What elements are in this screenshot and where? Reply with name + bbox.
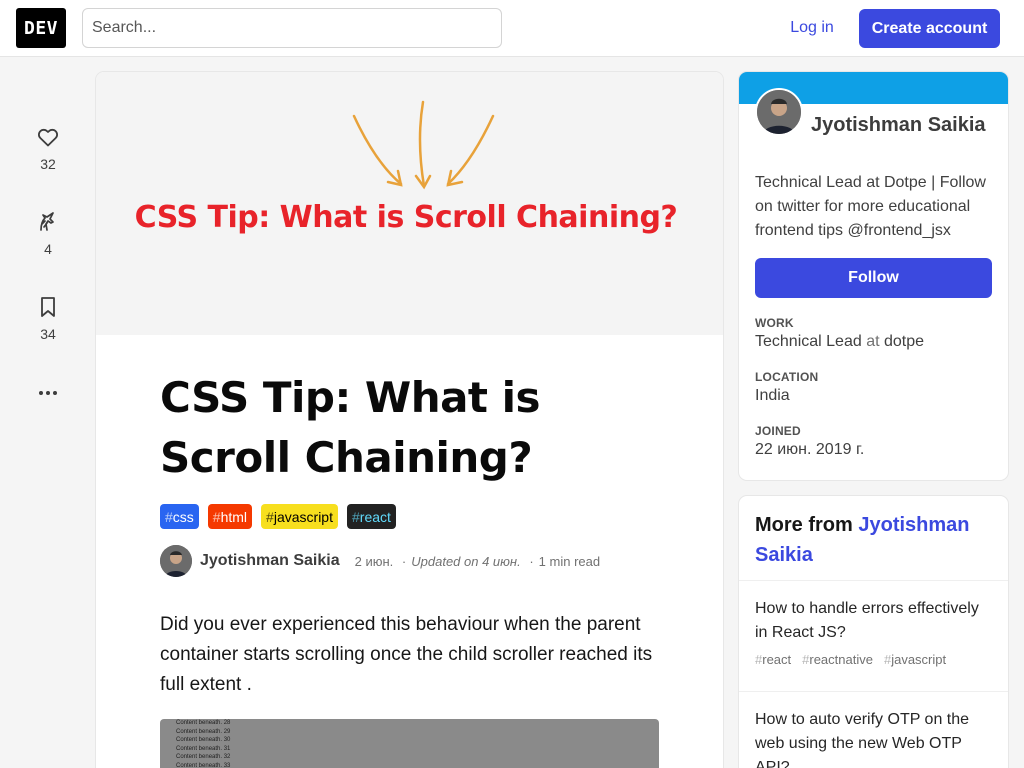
article-title: CSS Tip: What is Scroll Chaining?	[160, 373, 541, 482]
tag-react[interactable]: # react	[346, 504, 396, 529]
more-item-tag[interactable]: #reactnative	[802, 652, 873, 667]
location-info: LOCATION India	[755, 370, 818, 405]
joined-info: JOINED 22 июн. 2019 г.	[755, 424, 864, 459]
demo-gif: Content beneath. 28 Content beneath. 29 Co…	[160, 719, 659, 768]
read-time: 1 min read	[538, 553, 601, 569]
meta-separator: ·	[529, 553, 534, 569]
tag-html[interactable]: # html	[207, 504, 253, 529]
tag-label: react	[359, 508, 391, 525]
gif-text-line: Content beneath. 30	[176, 737, 231, 743]
post-meta: 2 июн. · Updated on 4 июн. · 1 min read	[355, 554, 600, 569]
author-avatar[interactable]	[160, 545, 192, 577]
arrows-icon	[352, 100, 495, 190]
gif-text-line: Content beneath. 29	[176, 728, 231, 735]
more-options[interactable]	[28, 380, 68, 406]
author-row: Jyotishman Saikia 2 июн. · Updated on 4 и…	[160, 545, 600, 577]
location-value: India	[755, 387, 790, 404]
gif-text-line: Content beneath. 32	[176, 754, 231, 760]
create-account-button[interactable]: Create account	[859, 9, 1000, 48]
article-tags: # css # html # javascript # react	[160, 504, 396, 529]
post-date: 2 июн.	[354, 553, 394, 569]
more-item-title[interactable]: How to auto verify OTP on the web using …	[755, 708, 995, 768]
like-reaction[interactable]: 32	[28, 124, 68, 172]
updated-date: Updated on 4 июн.	[411, 553, 521, 569]
work-label: WORK	[755, 316, 794, 330]
heart-icon	[28, 124, 68, 150]
gif-text-line: Content beneath. 31	[176, 745, 231, 752]
tag-hash: #	[212, 508, 221, 525]
profile-bio: Technical Lead at Dotpe | Follow on twit…	[755, 174, 986, 239]
more-item[interactable]: How to auto verify OTP on the web using …	[755, 708, 995, 768]
more-from-heading: More from Jyotishman Saikia	[755, 514, 970, 566]
tag-label: javascript	[273, 508, 333, 525]
author-name[interactable]: Jyotishman Saikia	[200, 552, 340, 570]
unicorn-reaction[interactable]: 4	[28, 209, 68, 257]
tag-hash: #	[351, 508, 360, 525]
profile-avatar[interactable]	[755, 88, 803, 136]
article-intro: Did you ever experienced this behaviour …	[160, 614, 653, 695]
login-button[interactable]: Log in	[778, 9, 846, 47]
work-value: Technical Lead at dotpe	[755, 333, 925, 350]
more-item-title[interactable]: How to handle errors effectively in Reac…	[755, 597, 995, 645]
tag-hash: #	[165, 508, 173, 525]
follow-button[interactable]: Follow	[755, 258, 992, 298]
divider	[739, 580, 1008, 581]
author-profile-card: Jyotishman Saikia Technical Lead at Dotp…	[739, 72, 1008, 480]
profile-name[interactable]: Jyotishman Saikia	[811, 114, 986, 137]
unicorn-count: 4	[44, 241, 52, 257]
gif-text-line: Content beneath. 33	[176, 762, 231, 768]
work-info: WORK Technical Lead at dotpe	[755, 316, 924, 351]
bookmark-count: 34	[40, 326, 56, 342]
cover-image: CSS Tip: What is Scroll Chaining?	[96, 72, 723, 335]
ellipsis-icon	[28, 380, 68, 406]
unicorn-icon	[28, 209, 68, 235]
joined-value: 22 июн. 2019 г.	[755, 441, 865, 458]
search-input[interactable]	[82, 8, 502, 48]
cover-title: CSS Tip: What is Scroll Chaining?	[134, 200, 678, 235]
gif-text-line: Content beneath. 28	[176, 720, 231, 726]
article-card: CSS Tip: What is Scroll Chaining? CSS Ti…	[96, 72, 723, 768]
top-header: DEV Log in Create account	[0, 0, 1024, 57]
meta-separator: ·	[401, 553, 407, 569]
more-item-tag[interactable]: #javascript	[884, 652, 946, 667]
bookmark-reaction[interactable]: 34	[28, 294, 68, 342]
location-label: LOCATION	[755, 370, 819, 384]
tag-css[interactable]: # css	[160, 504, 199, 529]
divider	[739, 691, 1008, 692]
like-count: 32	[40, 156, 56, 172]
more-item-tags: #react #reactnative #javascript	[755, 652, 995, 667]
more-item[interactable]: How to handle errors effectively in Reac…	[755, 597, 995, 667]
more-item-tag[interactable]: #react	[755, 652, 791, 667]
tag-label: html	[220, 508, 248, 525]
more-from-card: More from Jyotishman Saikia How to handl…	[739, 496, 1008, 768]
bookmark-icon	[28, 294, 68, 320]
joined-label: JOINED	[755, 424, 801, 438]
tag-javascript[interactable]: # javascript	[261, 504, 338, 529]
tag-hash: #	[266, 508, 274, 525]
dev-logo[interactable]: DEV	[16, 8, 66, 48]
tag-label: css	[172, 508, 194, 525]
